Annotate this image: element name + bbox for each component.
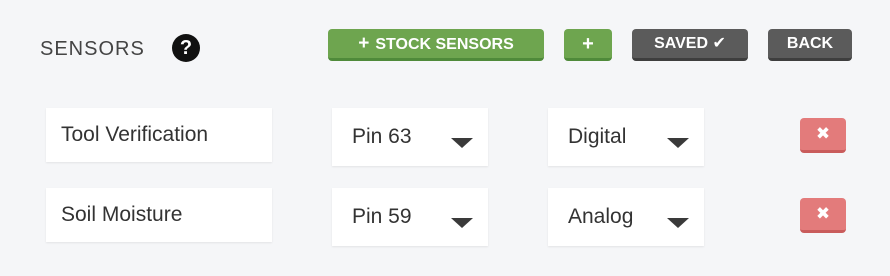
help-icon[interactable]: ?: [172, 34, 200, 62]
caret-down-icon: [451, 218, 473, 228]
caret-down-icon: [667, 138, 689, 148]
saved-button[interactable]: SAVED ✔: [632, 29, 748, 61]
sensor-pin-value: Pin 59: [352, 205, 412, 228]
sensor-name-input[interactable]: Tool Verification: [46, 108, 272, 162]
caret-down-icon: [667, 218, 689, 228]
sensors-title: SENSORS: [40, 37, 145, 60]
delete-sensor-button[interactable]: ✖: [800, 198, 846, 233]
sensor-mode-select[interactable]: Digital: [548, 108, 704, 166]
sensor-pin-select[interactable]: Pin 59: [332, 188, 488, 246]
plus-icon: +: [358, 33, 370, 54]
stock-sensors-label: STOCK SENSORS: [375, 36, 514, 53]
delete-sensor-button[interactable]: ✖: [800, 118, 846, 153]
panel-title: SENSORS: [40, 36, 145, 62]
sensor-mode-value: Analog: [568, 205, 634, 228]
caret-down-icon: [451, 138, 473, 148]
add-sensor-button[interactable]: +: [564, 29, 612, 61]
sensor-pin-value: Pin 63: [352, 125, 412, 148]
sensor-mode-select[interactable]: Analog: [548, 188, 704, 246]
sensor-mode-value: Digital: [568, 125, 627, 148]
sensor-name-input[interactable]: Soil Moisture: [46, 188, 272, 242]
sensor-pin-select[interactable]: Pin 63: [332, 108, 488, 166]
back-button[interactable]: BACK: [768, 29, 852, 61]
stock-sensors-button[interactable]: + STOCK SENSORS: [328, 29, 544, 61]
